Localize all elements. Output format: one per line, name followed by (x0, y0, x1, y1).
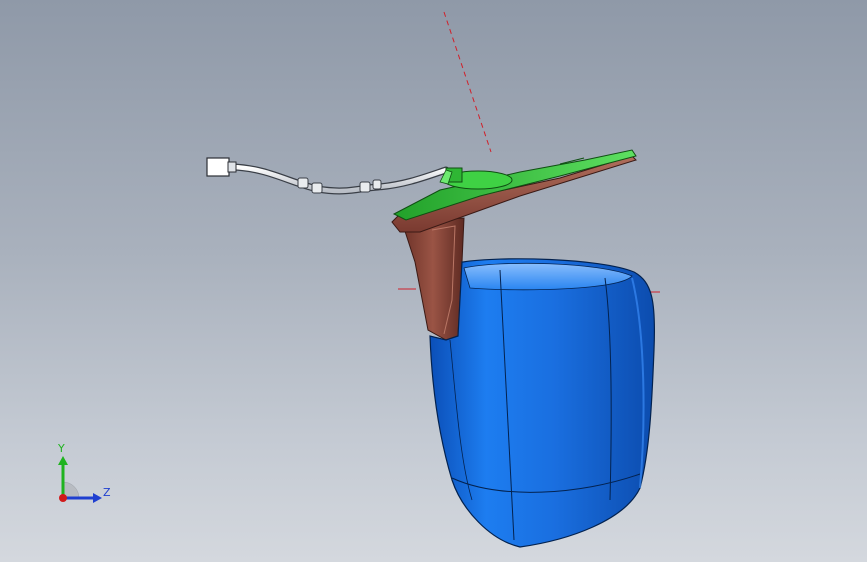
model-scene[interactable] (0, 0, 867, 562)
base-plate[interactable] (391, 155, 637, 233)
cable-connector[interactable] (206, 157, 237, 177)
y-axis-label: Y (58, 442, 65, 455)
circuit-board[interactable] (392, 149, 637, 221)
z-axis-label: Z (103, 486, 111, 499)
mirror-arm[interactable] (401, 217, 465, 341)
graphics-viewport[interactable]: Y Z (0, 0, 867, 562)
wire-cable[interactable] (228, 163, 450, 195)
mirror-housing[interactable] (429, 258, 656, 548)
coordinate-triad: Y Z (48, 440, 118, 510)
